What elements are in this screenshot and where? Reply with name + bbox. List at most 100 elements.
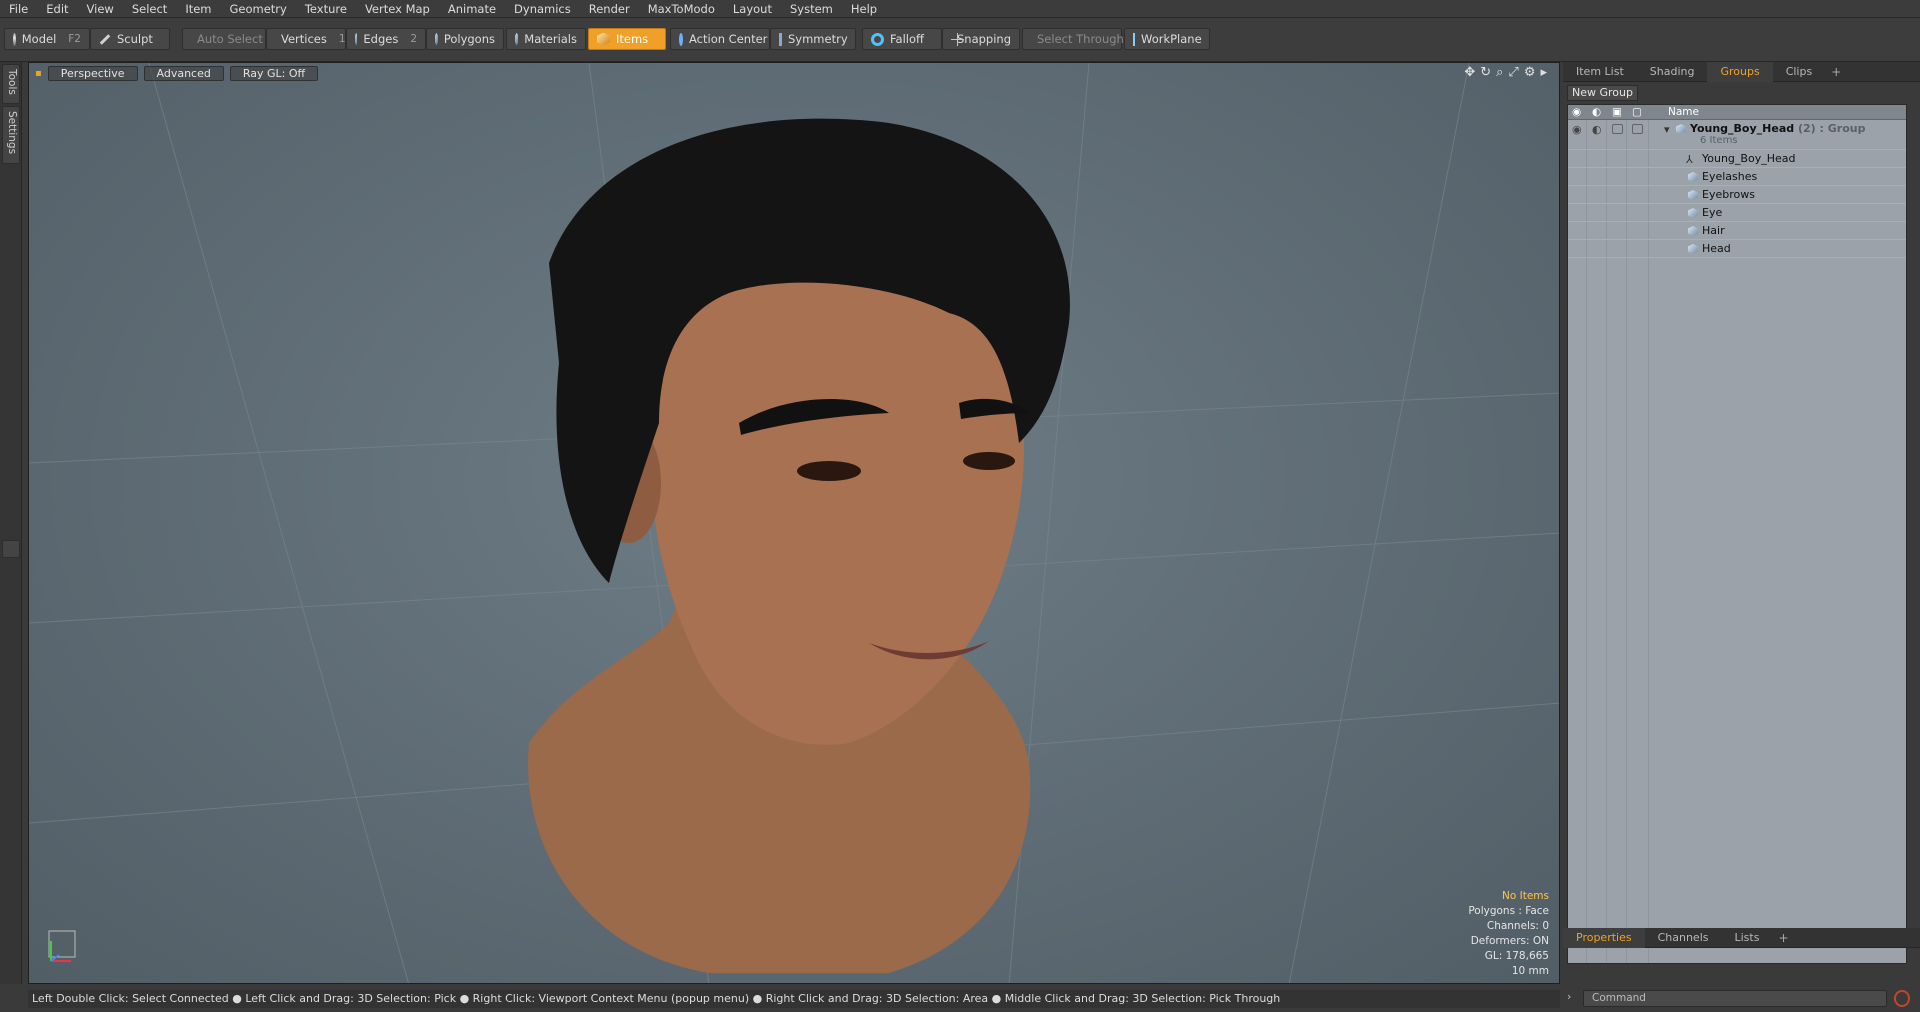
collapse-toggle[interactable] [2,540,20,558]
bottom-panel-tabs: Properties Channels Lists + [1563,927,1920,948]
mesh-icon [1688,244,1698,254]
gear-icon[interactable]: ⚙ [1524,65,1536,80]
select-through-button[interactable]: Select Through [1022,28,1124,50]
item-cube-icon [597,32,610,46]
viewport-menu-dot[interactable]: ▪ [35,68,42,79]
zoom-icon[interactable]: ⌕ [1496,65,1503,80]
tab-channels[interactable]: Channels [1645,928,1722,948]
new-group-button[interactable]: New Group [1567,85,1638,101]
tree-row-locator[interactable]: ⅄ Young_Boy_Head [1568,150,1906,168]
record-icon[interactable] [1894,990,1910,1007]
menu-vertex-map[interactable]: Vertex Map [356,0,439,18]
workplane-icon [1133,32,1135,46]
menu-dynamics[interactable]: Dynamics [505,0,580,18]
tab-tools[interactable]: Tools [2,64,20,104]
tree-header: ◉ ◐ ▣ ▢ Name [1568,105,1906,120]
pan-icon[interactable]: ✥ [1464,65,1475,80]
render-toggle-icon[interactable]: ◐ [1592,123,1602,136]
advanced-button[interactable]: Advanced [143,65,224,81]
workplane-button[interactable]: WorkPlane [1124,28,1210,50]
menu-render[interactable]: Render [580,0,639,18]
sculpt-button[interactable]: Sculpt [90,28,170,50]
tab-settings[interactable]: Settings [2,106,20,164]
stat-channels: Channels: 0 [1486,920,1549,932]
eye-right [963,452,1015,470]
falloff-icon [871,32,884,46]
3d-viewport[interactable]: ▪ Perspective Advanced Ray GL: Off ✥ ↻ ⌕… [28,62,1560,984]
maximize-icon[interactable]: ⤢ [1508,65,1518,80]
stat-scale: 10 mm [1511,965,1549,977]
command-arrow-icon[interactable]: › [1567,990,1571,1003]
menu-texture[interactable]: Texture [296,0,356,18]
tree-row-eye[interactable]: Eye [1568,204,1906,222]
edges-button[interactable]: Edges 2 [346,28,426,50]
polygon-cube-icon [435,32,438,46]
group-item-count: 6 Items [1700,135,1738,146]
menu-item[interactable]: Item [176,0,220,18]
menu-maxtomodo[interactable]: MaxToModo [639,0,724,18]
brush-icon [99,33,111,45]
menu-file[interactable]: File [0,0,37,18]
tree-row-eyebrows[interactable]: Eyebrows [1568,186,1906,204]
add-tab-icon[interactable]: + [1772,931,1794,945]
mesh-icon [1688,208,1698,218]
menu-select[interactable]: Select [123,0,176,18]
mesh-icon [1688,190,1698,200]
target-icon [679,32,683,46]
render-icon[interactable]: ◐ [1592,106,1601,118]
command-input[interactable]: Command [1583,990,1887,1007]
polygons-button[interactable]: Polygons [426,28,504,50]
perspective-button[interactable]: Perspective [47,65,138,81]
model-button[interactable]: Model F2 [4,28,90,50]
tab-shading[interactable]: Shading [1637,62,1708,82]
edge-cube-icon [355,32,358,46]
lock-icon[interactable]: ▣ [1612,106,1622,118]
group-count: (2) [1797,122,1816,135]
groups-tree: ◉ ◐ ▣ ▢ Name ◉ ◐ ▾ Young_Boy_Head (2) : … [1567,104,1907,964]
vertices-button[interactable]: Vertices 1 [266,28,346,50]
tree-row-hair[interactable]: Hair [1568,222,1906,240]
stat-gl: GL: 178,665 [1484,950,1549,962]
menu-help[interactable]: Help [842,0,886,18]
action-center-button[interactable]: Action Center [670,28,770,50]
tab-item-list[interactable]: Item List [1563,62,1637,82]
eye-left [797,461,861,481]
select-icon[interactable]: ▢ [1632,106,1642,118]
play-arrow-icon[interactable]: ▸ [1540,65,1547,80]
menu-layout[interactable]: Layout [724,0,781,18]
symmetry-button[interactable]: Symmetry [770,28,856,50]
mesh-icon [1688,226,1698,236]
viewport-nav-icons: ✥ ↻ ⌕ ⤢ ⚙ ▸ [1464,65,1547,80]
lock-toggle-icon[interactable] [1612,124,1623,134]
rotate-icon[interactable]: ↻ [1480,65,1491,80]
stat-no-items: No Items [1502,890,1549,902]
snapping-button[interactable]: Snapping [942,28,1020,50]
falloff-button[interactable]: Falloff [862,28,942,50]
group-name: Young_Boy_Head [1690,122,1795,135]
tab-groups[interactable]: Groups [1707,61,1773,82]
locator-icon: ⅄ [1686,153,1693,166]
raygl-button[interactable]: Ray GL: Off [229,65,319,81]
select-toggle-icon[interactable] [1632,124,1643,134]
tree-row-group[interactable]: ◉ ◐ ▾ Young_Boy_Head (2) : Group 6 Items [1568,120,1906,150]
viewport-grid [29,63,1559,983]
right-panel: Item List Shading Groups Clips + New Gro… [1563,61,1920,984]
visibility-eye-icon[interactable]: ◉ [1572,123,1582,136]
tree-row-head[interactable]: Head [1568,240,1906,258]
menu-edit[interactable]: Edit [37,0,77,18]
tree-row-eyelashes[interactable]: Eyelashes [1568,168,1906,186]
materials-button[interactable]: Materials [506,28,586,50]
tab-clips[interactable]: Clips [1773,62,1826,82]
tab-lists[interactable]: Lists [1722,928,1773,948]
menu-geometry[interactable]: Geometry [221,0,296,18]
menu-view[interactable]: View [78,0,123,18]
menu-animate[interactable]: Animate [439,0,505,18]
menu-system[interactable]: System [781,0,842,18]
items-button[interactable]: Items [588,28,666,50]
auto-select-button[interactable]: Auto Select [182,28,266,50]
collapse-arrow-icon[interactable]: ▾ [1664,123,1670,136]
eye-icon[interactable]: ◉ [1572,106,1581,118]
add-tab-icon[interactable]: + [1825,65,1847,79]
tab-properties[interactable]: Properties [1563,927,1645,948]
symmetry-icon [779,32,782,46]
